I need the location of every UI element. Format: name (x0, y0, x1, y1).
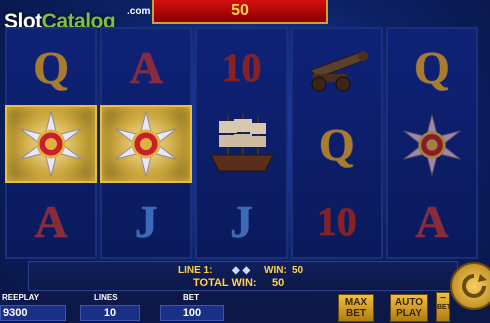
ship-icon (209, 112, 274, 171)
max-bet-top: MAX (344, 297, 368, 308)
auto-play-button[interactable]: AUTO PLAY (390, 294, 428, 322)
line-symbols-icon: ◆ ◆ (232, 265, 251, 276)
symbol-cell: Q (293, 106, 381, 183)
lines-label: LINES (94, 293, 118, 302)
star-medal-icon (115, 110, 177, 178)
symbol-cell: Q (7, 29, 95, 106)
reel-5: Q A (385, 27, 479, 260)
logo-suffix: .com (127, 6, 151, 17)
freeplay-value: 9300 (0, 305, 66, 321)
symbol-a: A (415, 195, 449, 247)
total-win-label: TOTAL WIN: (193, 277, 257, 289)
lines-value[interactable]: 10 (80, 305, 140, 321)
line-label: LINE 1: (178, 265, 213, 276)
total-win-value: 50 (272, 277, 285, 289)
symbol-cell (293, 29, 381, 106)
max-bet-bottom: BET (346, 308, 366, 319)
symbol-j: J (230, 195, 253, 247)
win-value: 50 (292, 265, 304, 276)
auto-play-top: AUTO (394, 297, 424, 308)
symbol-cell: A (388, 183, 476, 260)
bet-minus-button[interactable]: − BET (436, 292, 451, 322)
win-label: WIN: (264, 265, 287, 276)
reels-area: Q A A J 10 J Q 10 Q A (4, 27, 479, 260)
bet-label: BET (183, 293, 199, 302)
star-medal-icon (20, 110, 82, 178)
symbol-q: Q (318, 118, 355, 170)
symbol-10: 10 (316, 198, 357, 244)
spin-arrow-icon (462, 274, 487, 298)
cannon-icon (309, 50, 368, 91)
symbol-q: Q (33, 41, 69, 93)
symbol-cell: 10 (293, 183, 381, 260)
symbol-cell (197, 106, 285, 183)
symbol-cell: J (197, 183, 285, 260)
reel-3: 10 J (195, 27, 288, 260)
symbol-cell: 10 (197, 29, 285, 106)
symbol-cell (388, 106, 476, 183)
symbol-a: A (129, 41, 163, 93)
max-bet-button[interactable]: MAX BET (338, 294, 374, 322)
reel-1: Q A (4, 27, 98, 260)
spin-button[interactable] (450, 262, 490, 310)
symbol-10: 10 (221, 44, 262, 90)
star-medal-icon (403, 112, 461, 177)
bet-value[interactable]: 100 (160, 305, 224, 321)
symbol-cell: A (7, 183, 95, 260)
symbol-cell: Q (388, 29, 476, 106)
auto-play-bottom: PLAY (396, 308, 422, 319)
freeplay-label: REEPLAY (2, 293, 40, 302)
minus-icon: − (440, 293, 446, 304)
symbol-q: Q (414, 41, 450, 93)
reel-2: A J (100, 27, 193, 260)
reel-4: Q 10 (290, 27, 383, 260)
top-win-display: 50 (152, 0, 328, 24)
symbol-a: A (34, 195, 68, 247)
symbol-cell: J (102, 183, 190, 260)
symbol-cell-winning (4, 105, 98, 183)
symbol-cell-winning (100, 105, 193, 183)
bet-minus-label: BET (437, 304, 451, 311)
symbol-cell: A (102, 29, 190, 106)
symbol-j: J (134, 195, 158, 247)
